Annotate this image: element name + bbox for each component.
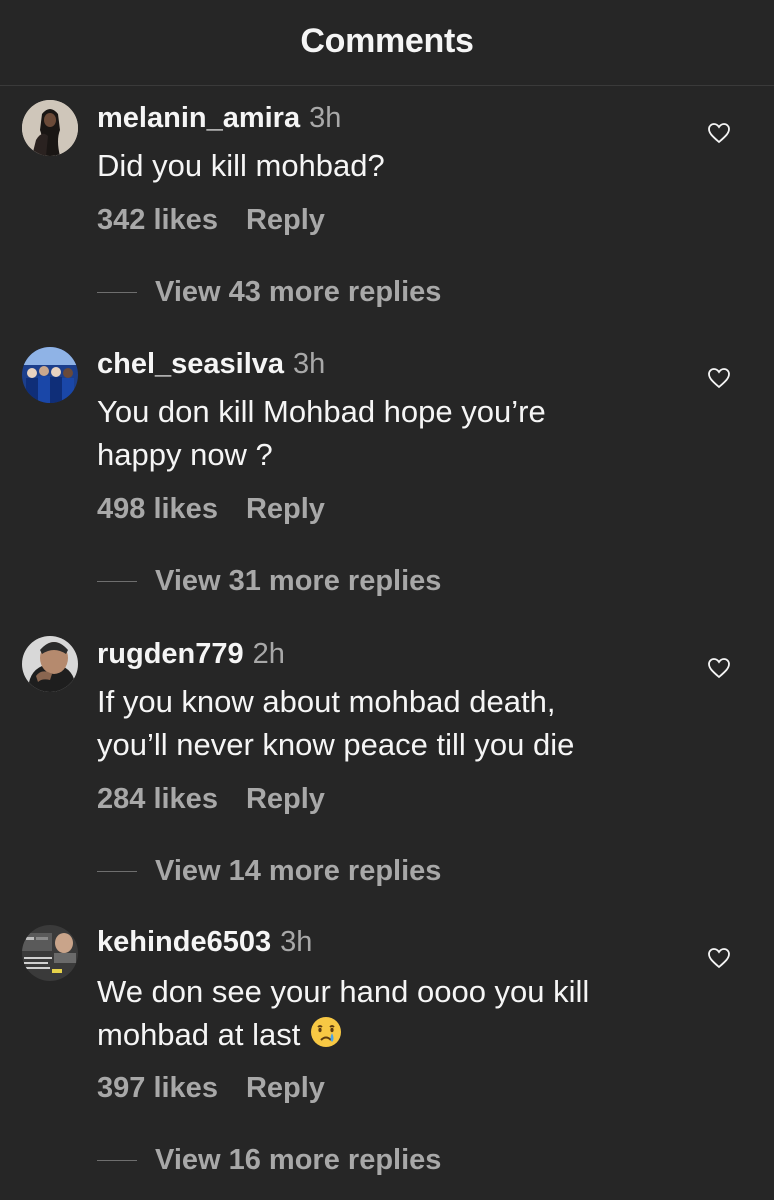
screenshot-collage-avatar-icon	[22, 925, 78, 981]
username[interactable]: melanin_amira	[97, 102, 300, 134]
divider-line	[97, 581, 137, 582]
divider-line	[97, 1160, 137, 1161]
divider-line	[97, 871, 137, 872]
heart-icon[interactable]	[707, 657, 731, 679]
comment-header: chel_seasilva 3h	[97, 347, 325, 381]
view-replies-label: View 14 more replies	[155, 855, 442, 887]
comment-text: You don kill Mohbad hope you’re happy no…	[97, 390, 687, 476]
comment-text-line: If you know about mohbad death,	[97, 684, 556, 719]
timestamp: 3h	[309, 102, 342, 134]
comment-text-line: Did you kill mohbad?	[97, 148, 385, 183]
man-photo-avatar-icon	[22, 636, 78, 692]
view-replies-label: View 43 more replies	[155, 276, 442, 308]
comment-header: melanin_amira 3h	[97, 101, 341, 135]
username[interactable]: chel_seasilva	[97, 348, 284, 380]
comment-text: We don see your hand oooo you kill mohba…	[97, 970, 687, 1056]
comment-text-line: You don kill Mohbad hope you’re	[97, 394, 546, 429]
view-replies-button[interactable]: View 14 more replies	[0, 854, 774, 888]
heart-icon[interactable]	[707, 367, 731, 389]
reply-button[interactable]: Reply	[246, 1072, 325, 1104]
divider-line	[97, 292, 137, 293]
football-team-avatar-icon	[22, 347, 78, 403]
comment-text-line: We don see your hand oooo you kill	[97, 974, 590, 1009]
view-replies-label: View 31 more replies	[155, 565, 442, 597]
comment-header: kehinde6503 3h	[97, 925, 312, 959]
crying-face-emoji-icon	[310, 1017, 341, 1047]
comment-text-line: happy now ?	[97, 437, 273, 472]
comment-header: rugden779 2h	[97, 637, 285, 671]
timestamp: 3h	[280, 926, 313, 958]
avatar[interactable]	[22, 636, 78, 692]
woman-photo-avatar-icon	[22, 100, 78, 156]
heart-icon[interactable]	[707, 122, 731, 144]
username[interactable]: kehinde6503	[97, 926, 271, 958]
reply-button[interactable]: Reply	[246, 204, 325, 236]
comment-meta: 342 likes Reply	[97, 203, 325, 237]
avatar[interactable]	[22, 925, 78, 981]
likes-count[interactable]: 397 likes	[97, 1072, 218, 1104]
timestamp: 2h	[252, 638, 285, 670]
reply-button[interactable]: Reply	[246, 783, 325, 815]
timestamp: 3h	[293, 348, 326, 380]
likes-count[interactable]: 284 likes	[97, 783, 218, 815]
view-replies-button[interactable]: View 43 more replies	[0, 275, 774, 309]
view-replies-label: View 16 more replies	[155, 1144, 442, 1176]
comment-meta: 397 likes Reply	[97, 1071, 325, 1105]
page-title: Comments	[300, 22, 474, 60]
comment-text: Did you kill mohbad?	[97, 144, 687, 187]
avatar[interactable]	[22, 347, 78, 403]
likes-count[interactable]: 342 likes	[97, 204, 218, 236]
comment-text-line-with-emoji: mohbad at last	[97, 1013, 687, 1056]
comments-header: Comments	[0, 0, 774, 86]
likes-count[interactable]: 498 likes	[97, 493, 218, 525]
heart-icon[interactable]	[707, 947, 731, 969]
comment-text-line: mohbad at last	[97, 1017, 301, 1052]
comment-text: If you know about mohbad death, you’ll n…	[97, 680, 687, 766]
avatar[interactable]	[22, 100, 78, 156]
username[interactable]: rugden779	[97, 638, 244, 670]
comment-meta: 498 likes Reply	[97, 492, 325, 526]
comment-text-line: you’ll never know peace till you die	[97, 727, 575, 762]
reply-button[interactable]: Reply	[246, 493, 325, 525]
comment-meta: 284 likes Reply	[97, 782, 325, 816]
view-replies-button[interactable]: View 16 more replies	[0, 1143, 774, 1177]
view-replies-button[interactable]: View 31 more replies	[0, 564, 774, 598]
